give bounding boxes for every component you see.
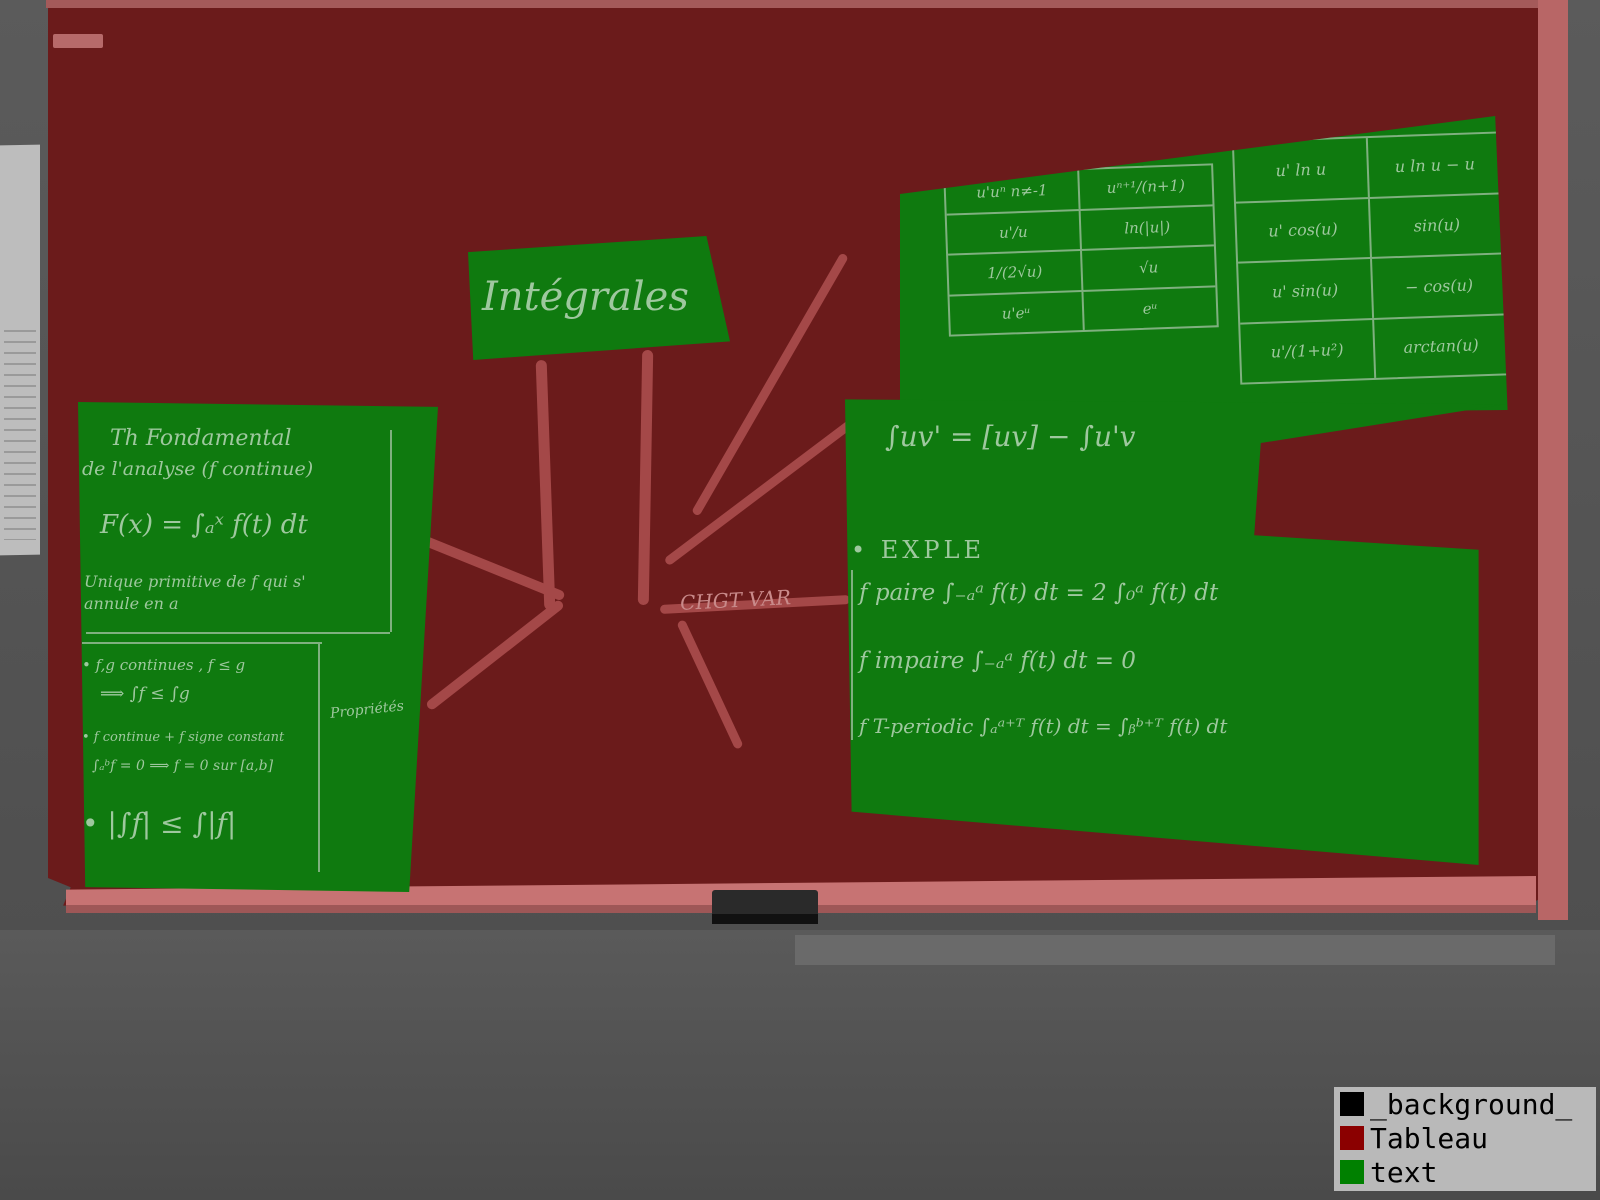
table-row: u' cos(u) sin(u) [1236,193,1504,264]
paper-text-lines [4,330,36,540]
theorem-note: Unique primitive de f qui s' [84,572,306,591]
table-cell: u ln u − u [1394,154,1476,176]
table-cell: − cos(u) [1404,275,1474,297]
legend-item: Tableau [1340,1121,1489,1155]
legend-swatch [1340,1092,1364,1116]
box-border [390,430,392,632]
bracket [851,570,853,740]
table-cell: sin(u) [1413,215,1461,236]
parity-line: f impaire ∫₋ₐᵃ f(t) dt = 0 [859,648,1136,674]
legend-item: _background_ [1340,1087,1573,1121]
board-label-tag [53,34,103,48]
example-heading: • EXPLE [851,536,985,564]
table-cell: eᵘ [1142,299,1158,318]
integration-by-parts: ∫uv' = [uv] − ∫u'v [885,420,1136,453]
board-frame-right [1538,0,1568,920]
legend-item: text [1340,1155,1438,1189]
table-cell: u'eᵘ [949,291,1085,335]
properties-label: Propriétés [329,698,405,722]
table-cell: u' sin(u) [1238,258,1375,323]
table-cell: u'/(1+u²) [1240,319,1377,383]
theorem-formula: F(x) = ∫ₐˣ f(t) dt [100,510,308,540]
property-line: • |∫f| ≤ ∫|f| [82,807,237,840]
section-divider [318,642,320,872]
parity-line: f paire ∫₋ₐᵃ f(t) dt = 2 ∫₀ᵃ f(t) dt [859,580,1219,606]
legend-swatch [1340,1126,1364,1150]
primitives-table-right: u' ln uu ln u − u u' cos(u) sin(u) u' sin(u… [1231,131,1508,385]
board-eraser [712,890,818,924]
primitives-table-left: u'uⁿ n≠-1 uⁿ⁺¹/(n+1) u'/u ln(|u|) 1/(2√u) √u u… [943,163,1219,337]
table-cell: uⁿ⁺¹/(n+1) [1106,176,1186,198]
table-row: u'/(1+u²) arctan(u) [1240,315,1507,383]
property-line: ⟹ ∫f ≤ ∫g [100,684,190,704]
property-line: • f continue + f signe constant [82,730,285,745]
table-cell: u' cos(u) [1236,198,1372,262]
legend-label: text [1370,1155,1438,1189]
theorem-subheading: de l'analyse (f continue) [82,458,314,480]
table-cell: 1/(2√u) [948,250,1084,295]
box-border [86,632,390,634]
table-cell: u'/u [946,210,1082,254]
section-divider [82,642,322,644]
property-line: • f,g continues , f ≤ g [82,656,246,674]
legend-label: _background_ [1370,1087,1573,1121]
table-cell: √u [1138,258,1159,278]
parity-line: f T-periodic ∫ₐᵃ⁺ᵀ f(t) dt = ∫ᵦᵇ⁺ᵀ f(t) … [859,714,1228,738]
table-cell: arctan(u) [1403,335,1480,358]
theorem-note: annule en a [84,594,179,613]
property-line: ∫ₐᵇf = 0 ⟹ f = 0 sur [a,b] [92,758,274,774]
left-text-region: Th Fondamental de l'analyse (f continue)… [78,402,438,892]
wall-rail [795,935,1555,965]
table-row: u'eᵘ eᵘ [949,287,1217,335]
board-title: Intégrales [482,274,689,320]
theorem-heading: Th Fondamental [110,426,292,451]
table-cell: ln(|u|) [1123,217,1171,238]
title-region: Intégrales [468,236,730,360]
legend: _background_ Tableau text [1334,1087,1596,1191]
scene: CHGT VAR Intégrales Th Fondamental de l'… [0,0,1600,1200]
table-row: u' sin(u) − cos(u) [1238,254,1507,325]
board-frame-top [46,0,1546,8]
legend-label: Tableau [1370,1121,1489,1155]
legend-swatch [1340,1160,1364,1184]
